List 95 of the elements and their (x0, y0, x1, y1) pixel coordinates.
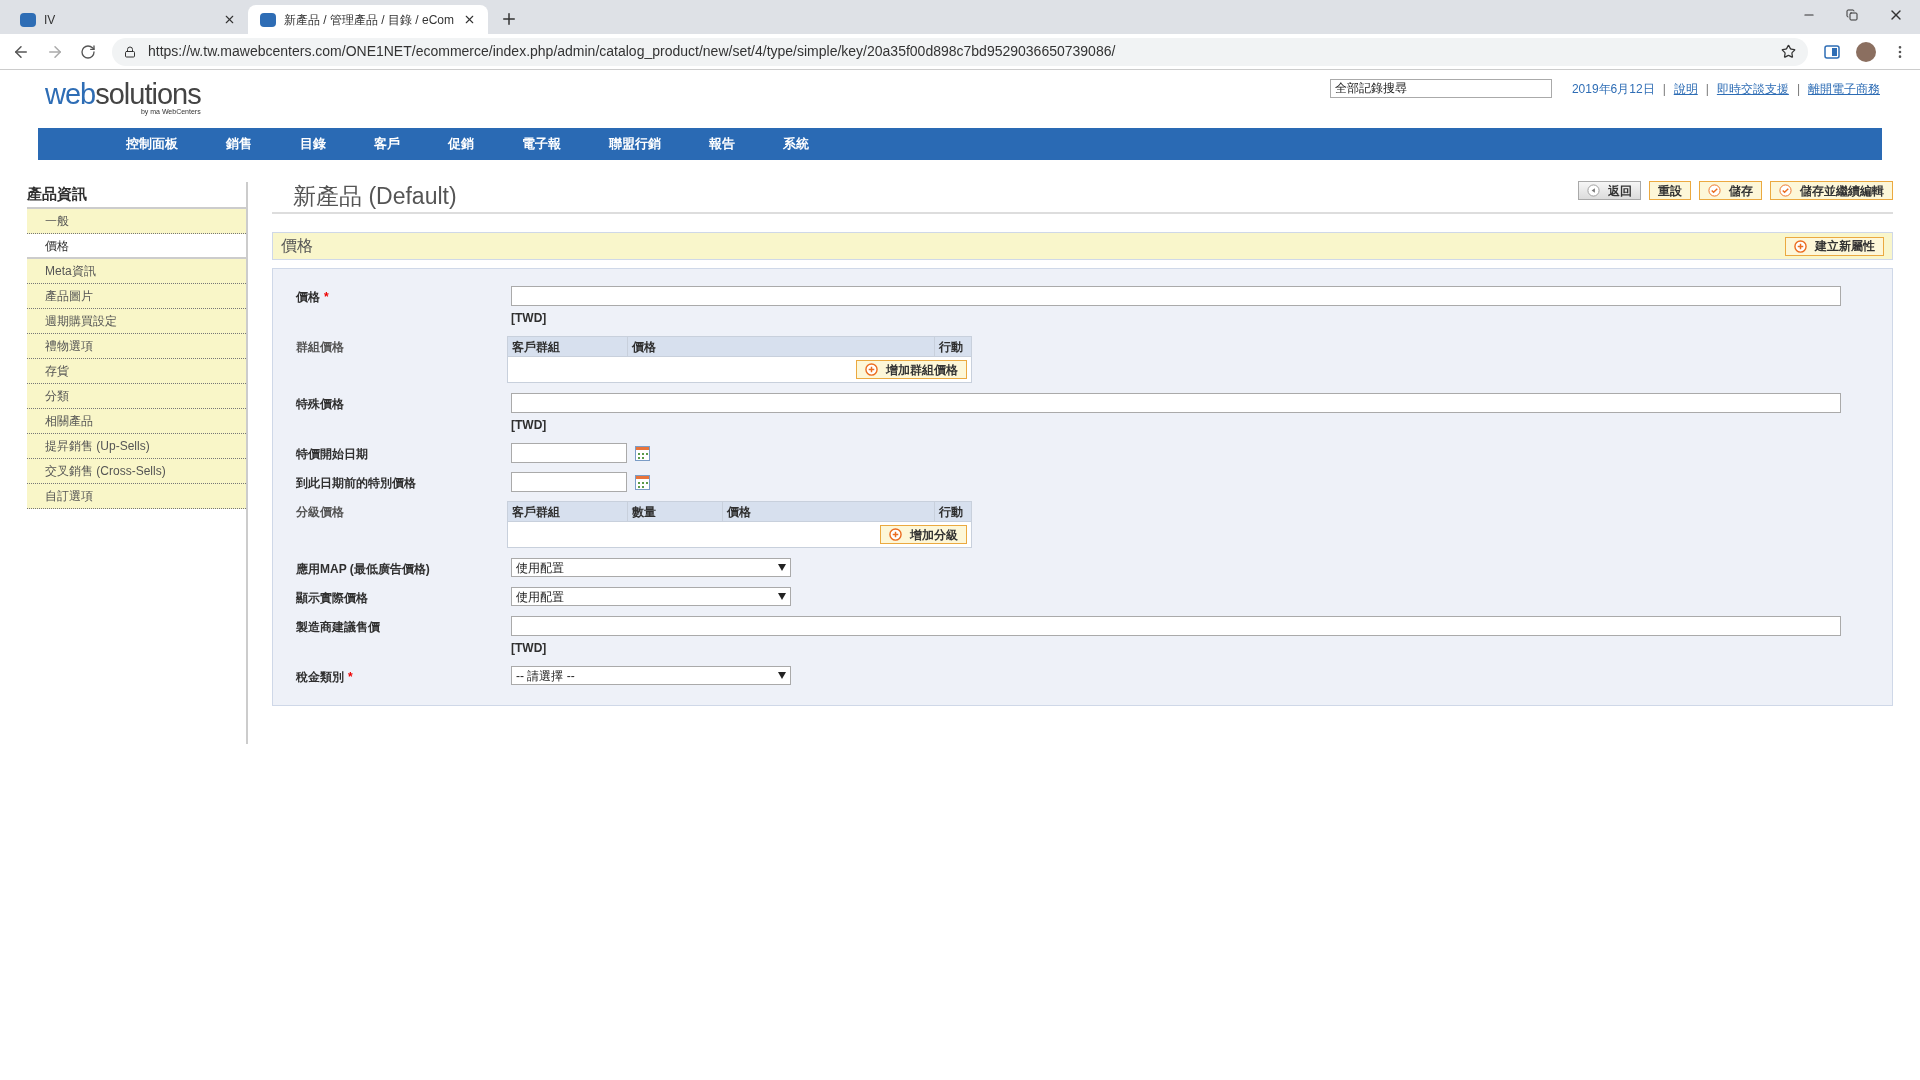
close-icon[interactable] (463, 13, 476, 26)
currency-note: [TWD] (511, 310, 548, 327)
column-header: 客戶群組 (508, 502, 628, 521)
search-field[interactable]: 全部記錄搜尋 (1329, 79, 1552, 98)
select-field[interactable]: 使用配置 (511, 587, 791, 606)
reset-button[interactable]: 重設 (1649, 181, 1691, 200)
reload-icon[interactable] (80, 43, 96, 60)
nav-item[interactable]: 報告 (685, 134, 759, 154)
back-icon (1587, 184, 1600, 197)
back-button[interactable]: 返回 (1578, 181, 1641, 200)
tab-title: IV (44, 11, 57, 29)
logo-text: solutions (95, 78, 201, 110)
address-field[interactable]: https://w.tw.mawebcenters.com/ONE1NET/ecommerce/index.php/admin/catalog_product/new/set/4/type/simple/key/20a35f00d898c7bd9529036650739086/ (112, 37, 1808, 66)
nav-item[interactable]: 系統 (759, 134, 833, 154)
field-label: 分級價格 (296, 504, 344, 521)
column-header: 數量 (628, 502, 723, 521)
sidebar-item[interactable]: 相關產品 (27, 409, 246, 434)
text-field[interactable] (511, 616, 1841, 636)
date-field[interactable] (511, 443, 627, 463)
save-button[interactable]: 儲存並繼續編輯 (1770, 181, 1893, 200)
dropdown-arrow-icon (778, 672, 786, 679)
add-attribute-button[interactable]: 建立新屬性 (1785, 236, 1884, 256)
field-label: 顯示實際價格 (296, 590, 368, 607)
header-link[interactable]: 離開電子商務 (1808, 79, 1880, 98)
column-header: 價格 (628, 337, 935, 356)
date-field[interactable] (511, 472, 627, 492)
plus-icon (865, 363, 878, 376)
extension-icon[interactable] (1824, 44, 1840, 59)
field-label: 群組價格 (296, 339, 344, 356)
required-mark: * (348, 669, 353, 686)
favicon-icon (260, 12, 276, 27)
header-link[interactable]: 說明 (1673, 79, 1698, 98)
restore-icon[interactable] (1846, 9, 1858, 21)
header-link[interactable]: 即時交談支援 (1716, 79, 1789, 98)
field-label: 製造商建議售價 (296, 619, 380, 636)
field-label: 價格 (296, 289, 320, 306)
nav-item[interactable]: 電子報 (498, 134, 585, 154)
save-button[interactable]: 儲存 (1699, 181, 1762, 200)
field-label: 到此日期前的特別價格 (296, 475, 416, 492)
tab-title: 新產品 / 管理產品 / 目錄 / eCom (284, 11, 455, 29)
page-title: 新產品 (Default) (292, 185, 457, 208)
section-title: 價格 (281, 236, 313, 256)
currency-note: [TWD] (511, 640, 548, 657)
nav-item[interactable]: 目錄 (276, 134, 350, 154)
new-tab-icon[interactable] (500, 10, 518, 28)
sidebar-item[interactable]: 產品圖片 (27, 284, 246, 309)
nav-item[interactable]: 客戶 (350, 134, 424, 154)
plus-icon (889, 528, 902, 541)
separator-text: | (1662, 80, 1666, 98)
add-row-button[interactable]: 增加分級 (880, 525, 967, 544)
plus-icon (1794, 239, 1807, 253)
separator-text: | (1796, 80, 1800, 98)
column-header: 行動 (938, 504, 964, 521)
sidebar-item[interactable]: 禮物選項 (27, 334, 246, 359)
sidebar-item[interactable]: 存貨 (27, 359, 246, 384)
nav-item[interactable]: 控制面板 (102, 134, 202, 154)
sidebar-item[interactable]: 週期購買設定 (27, 309, 246, 334)
browser-tab[interactable]: 新產品 / 管理產品 / 目錄 / eCom (248, 5, 488, 34)
nav-item[interactable]: 銷售 (202, 134, 276, 154)
favicon-icon (20, 12, 36, 27)
bookmark-star-icon[interactable] (1781, 44, 1796, 59)
sidebar-item[interactable]: Meta資訊 (27, 259, 246, 284)
dropdown-arrow-icon (778, 564, 786, 571)
calendar-icon[interactable] (635, 445, 650, 461)
sidebar-item[interactable]: 提昇銷售 (Up-Sells) (27, 434, 246, 459)
currency-note: [TWD] (511, 417, 548, 434)
close-icon[interactable] (223, 13, 236, 26)
avatar-icon[interactable] (1856, 41, 1876, 62)
field-label: 特價開始日期 (296, 446, 368, 463)
sidebar-item[interactable]: 一般 (27, 209, 246, 234)
column-header: 客戶群組 (508, 337, 628, 356)
sidebar-item[interactable]: 自訂選項 (27, 484, 246, 509)
add-row-button[interactable]: 增加群組價格 (856, 360, 967, 379)
field-label: 特殊價格 (296, 396, 344, 413)
column-header: 行動 (938, 339, 964, 356)
logo-text: web (45, 78, 96, 110)
select-field[interactable]: -- 請選擇 -- (511, 666, 791, 685)
text-field[interactable] (511, 286, 1841, 306)
separator-text: | (1705, 80, 1709, 98)
nav-item[interactable]: 促銷 (424, 134, 498, 154)
select-field[interactable]: 使用配置 (511, 558, 791, 577)
dropdown-arrow-icon (778, 593, 786, 600)
nav-item[interactable]: 聯盟行銷 (585, 134, 685, 154)
text-field[interactable] (511, 393, 1841, 413)
column-header: 價格 (723, 502, 935, 521)
lock-icon (124, 45, 136, 58)
sidebar-item[interactable]: 分類 (27, 384, 246, 409)
check-icon (1779, 184, 1792, 197)
field-label: 稅金類別 (296, 669, 344, 686)
calendar-icon[interactable] (635, 474, 650, 490)
field-label: 應用MAP (最低廣告價格) (296, 561, 430, 578)
required-mark: * (324, 289, 329, 306)
check-icon (1708, 184, 1721, 197)
date-text: 2019年6月12日 (1571, 80, 1655, 98)
sidebar-item[interactable]: 交叉銷售 (Cross-Sells) (27, 459, 246, 484)
